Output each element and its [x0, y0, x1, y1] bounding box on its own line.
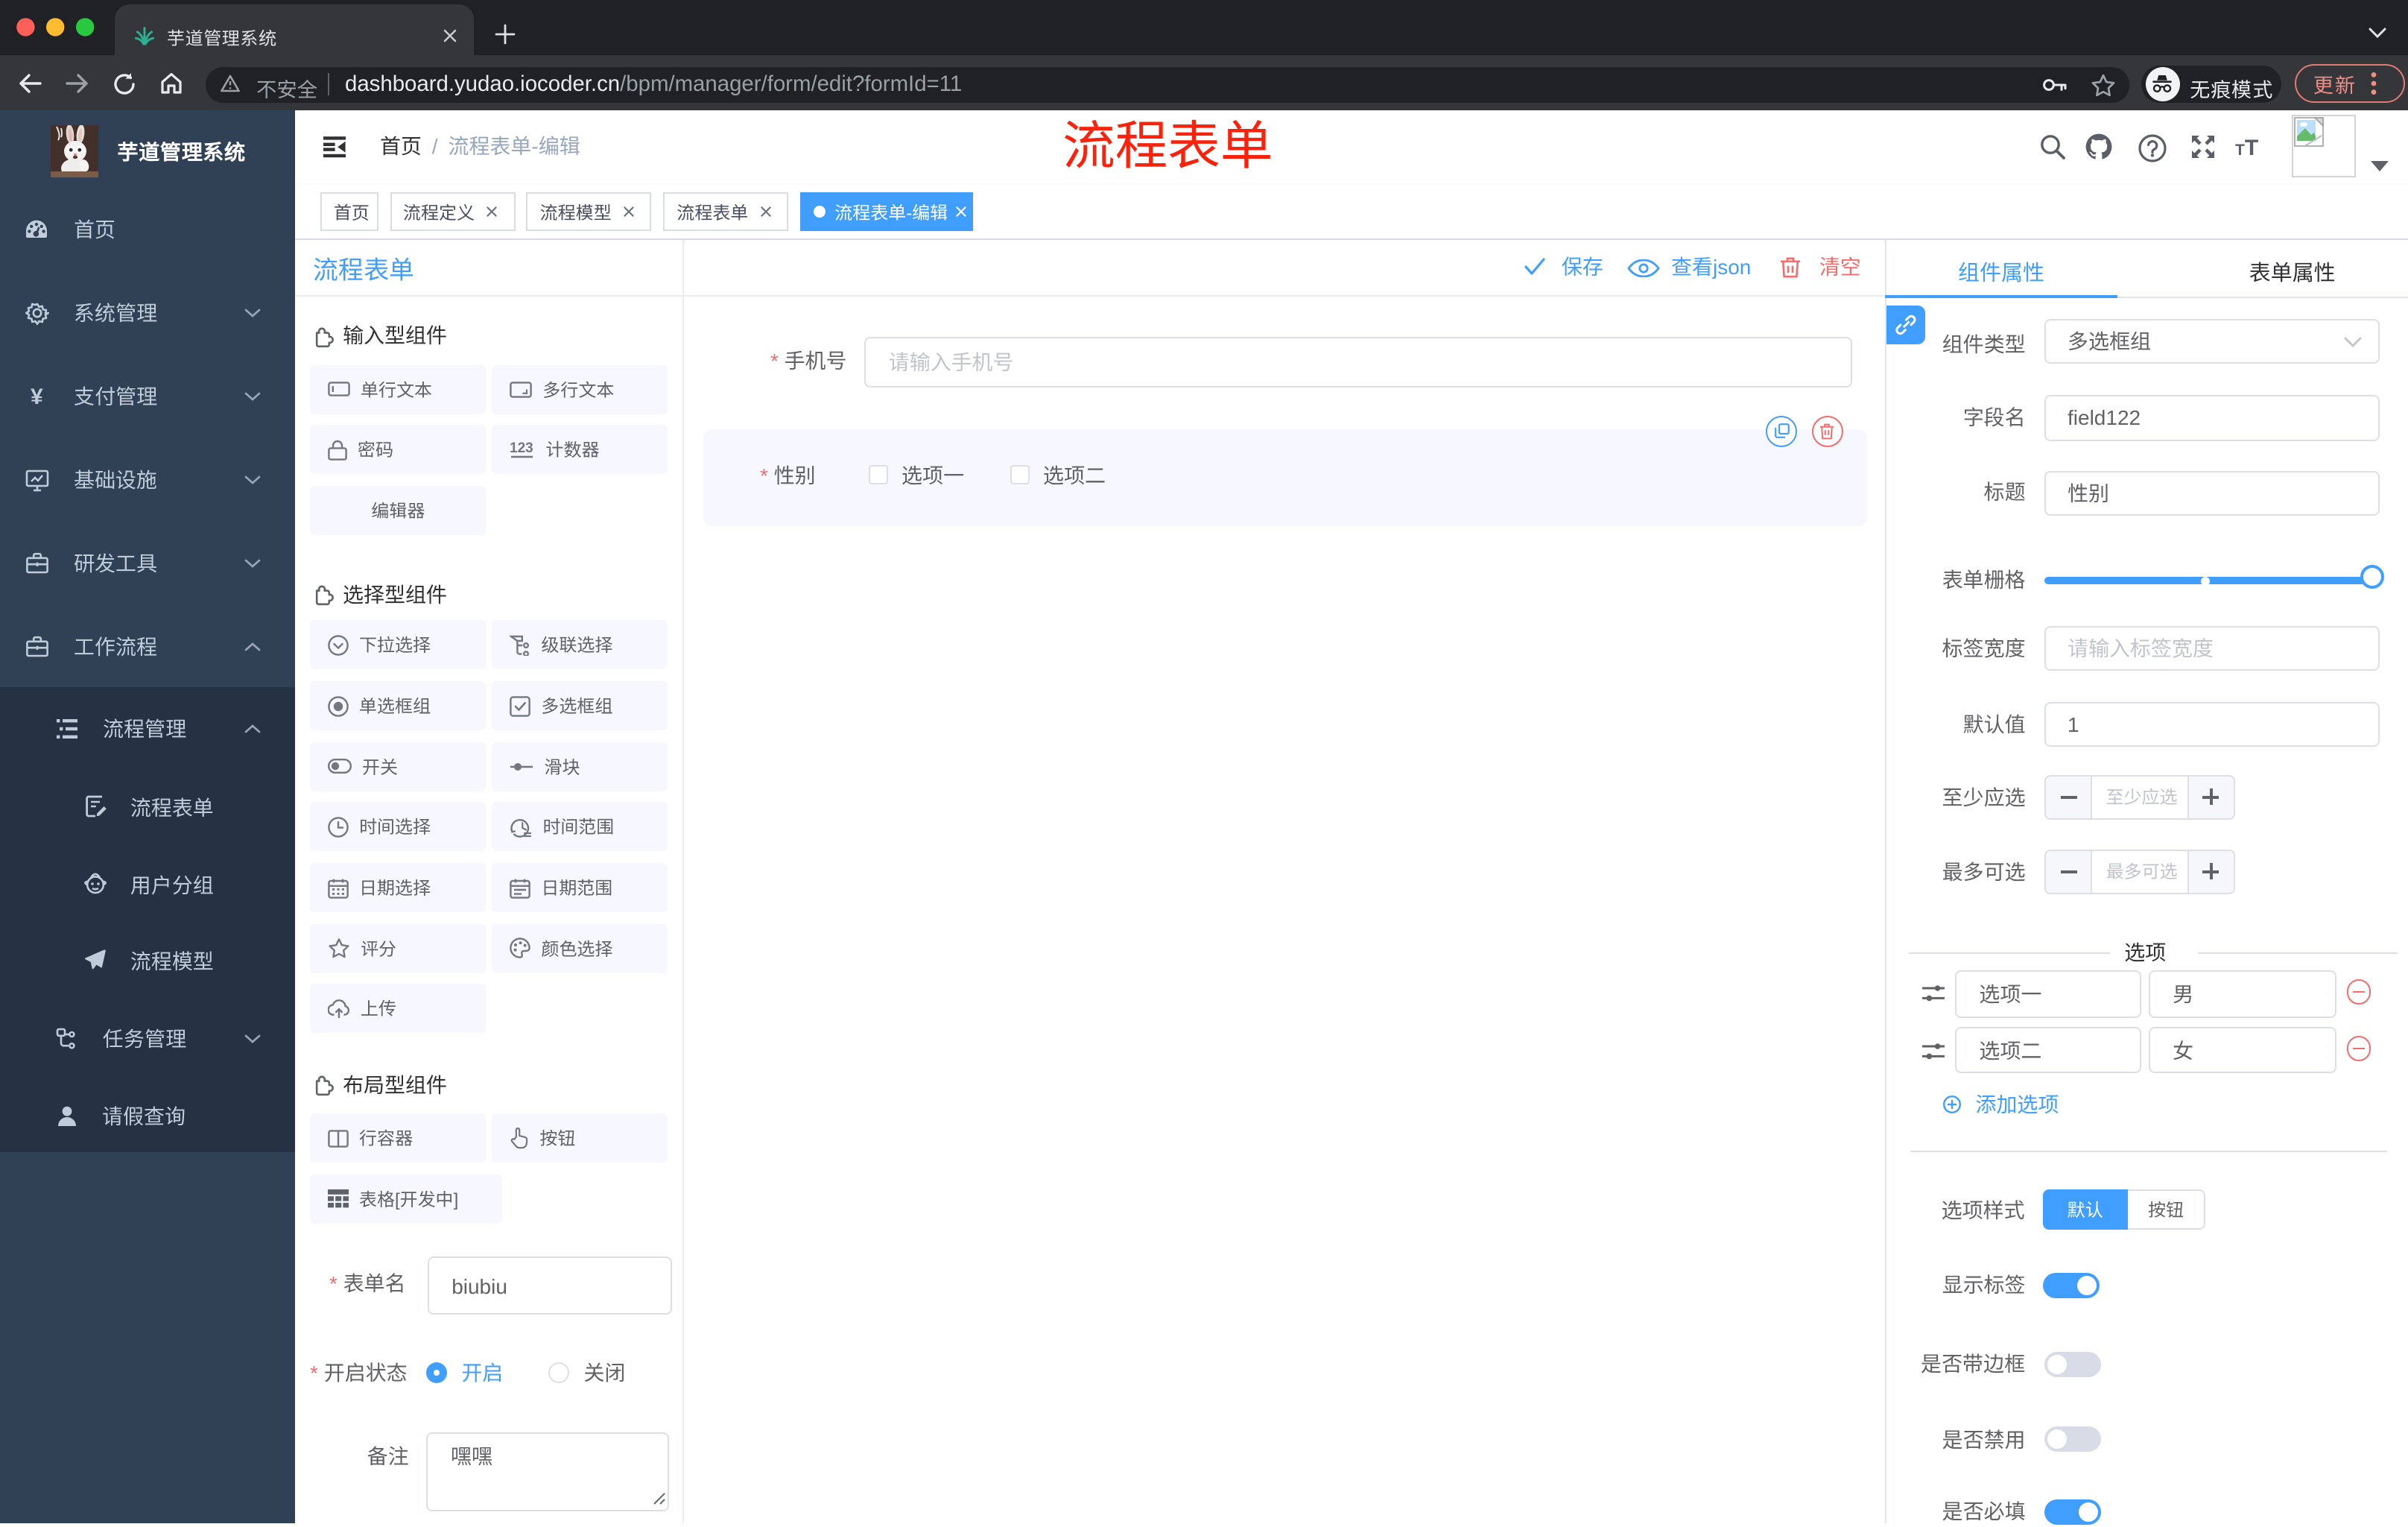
svg-text:123: 123: [510, 441, 533, 457]
